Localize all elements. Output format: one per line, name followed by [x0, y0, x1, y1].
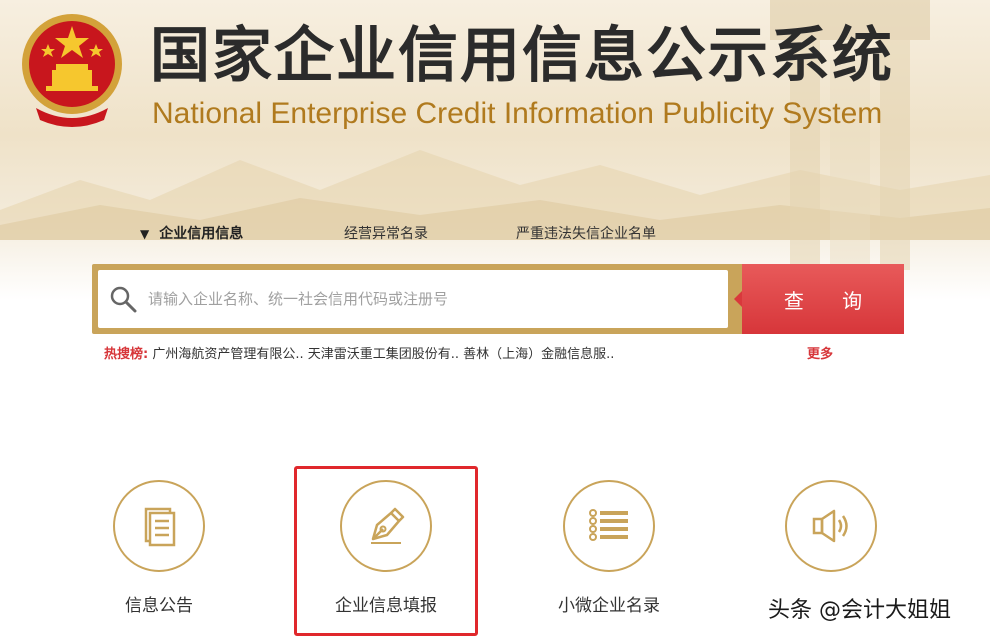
speaker-icon	[812, 509, 848, 543]
feature-small-micro-directory[interactable]: 小微企业名录	[534, 480, 684, 618]
search-button[interactable]: 查 询	[734, 264, 904, 334]
search-box	[98, 270, 728, 328]
feature-info-notice[interactable]: 信息公告	[84, 480, 234, 618]
hot-search-item[interactable]: 善林（上海）金融信息服..	[463, 347, 614, 362]
list-icon	[589, 509, 628, 541]
tab-enterprise-credit[interactable]: ▼ 企业信用信息	[140, 222, 243, 246]
feature-announcement[interactable]	[756, 480, 906, 594]
feature-label: 信息公告	[125, 596, 193, 616]
hot-search-list: 热搜榜: 广州海航资产管理有限公.. 天津雷沃重工集团股份有.. 善林（上海）金…	[104, 344, 614, 366]
tab-label: 企业信用信息	[159, 226, 244, 242]
feature-circle	[563, 480, 655, 572]
hot-search-more-link[interactable]: 更多	[807, 344, 833, 366]
feature-label: 小微企业名录	[558, 596, 660, 616]
site-title-cn: 国家企业信用信息公示系统	[150, 21, 894, 91]
search-icon	[110, 286, 137, 313]
hot-search-label: 热搜榜:	[104, 347, 149, 362]
feature-circle	[785, 480, 877, 572]
hot-search-item[interactable]: 天津雷沃重工集团股份有..	[308, 347, 459, 362]
dropdown-arrow-icon: ▼	[140, 227, 150, 241]
site-title-en: National Enterprise Credit Information P…	[152, 97, 883, 130]
watermark: 头条 @会计大姐姐	[768, 598, 951, 623]
national-emblem-icon	[22, 14, 122, 127]
tab-abnormal-operation[interactable]: 经营异常名录	[344, 222, 428, 246]
search-input[interactable]	[148, 280, 718, 318]
hot-search-item[interactable]: 广州海航资产管理有限公..	[152, 347, 303, 362]
tab-serious-violation[interactable]: 严重违法失信企业名单	[516, 222, 656, 246]
feature-circle	[113, 480, 205, 572]
search-bar: 查 询	[92, 264, 904, 334]
document-icon	[144, 507, 176, 547]
highlight-box	[294, 466, 478, 636]
